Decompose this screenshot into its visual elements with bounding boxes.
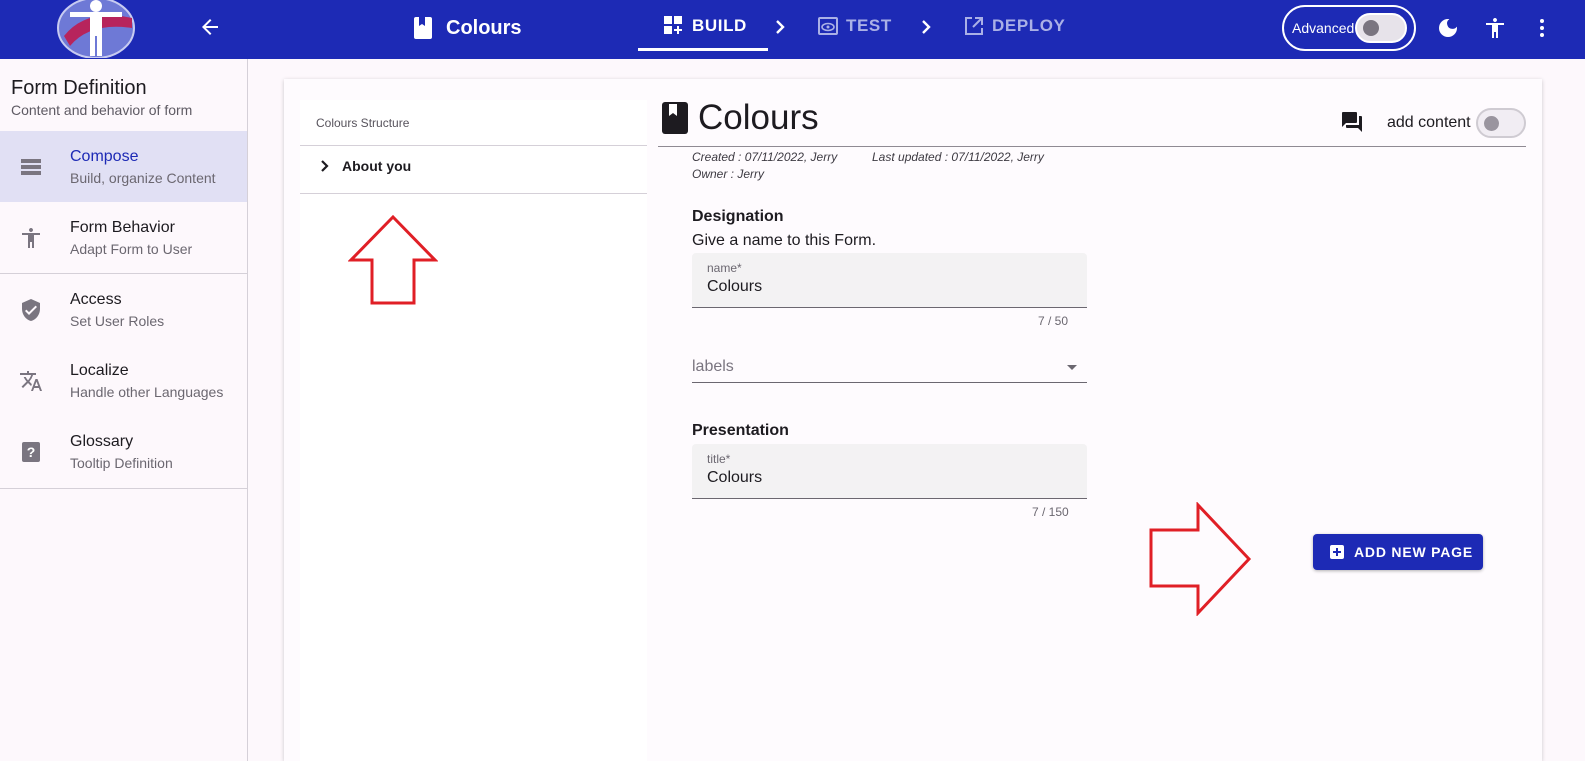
preview-icon bbox=[818, 17, 838, 35]
compose-icon bbox=[21, 159, 41, 175]
step-build-label: BUILD bbox=[692, 16, 747, 35]
sidebar-item-access[interactable]: Access Set User Roles bbox=[0, 274, 247, 345]
add-new-page-button[interactable]: ADD NEW PAGE bbox=[1313, 534, 1483, 570]
labels-select[interactable]: labels bbox=[692, 352, 1087, 383]
switch-knob bbox=[1484, 116, 1499, 131]
chevron-right-icon bbox=[776, 20, 785, 34]
labels-placeholder: labels bbox=[692, 358, 734, 375]
advanced-switch[interactable] bbox=[1355, 13, 1407, 43]
designation-title: Designation bbox=[692, 208, 784, 225]
add-content-label: add content bbox=[1387, 114, 1471, 131]
sidebar-subtitle: Content and behavior of form bbox=[11, 102, 193, 118]
name-field-label: name* bbox=[707, 261, 742, 275]
switch-knob bbox=[1363, 20, 1379, 36]
divider bbox=[300, 145, 647, 146]
annotation-arrow-right bbox=[1149, 502, 1252, 616]
title-field-label: title* bbox=[707, 452, 731, 466]
tree-node-about-you[interactable]: About you bbox=[316, 158, 411, 174]
divider bbox=[300, 193, 647, 194]
open-in-new-icon bbox=[965, 17, 983, 35]
book-icon bbox=[414, 17, 432, 39]
add-new-page-label: ADD NEW PAGE bbox=[1354, 544, 1474, 560]
sidebar-item-localize[interactable]: Localize Handle other Languages bbox=[0, 345, 247, 416]
sidebar-item-glossary[interactable]: ? Glossary Tooltip Definition bbox=[0, 416, 247, 487]
step-test-label: TEST bbox=[846, 16, 892, 35]
owner-info: Owner : Jerry bbox=[692, 167, 765, 181]
svg-text:?: ? bbox=[27, 444, 36, 460]
sidebar-item-sublabel: Handle other Languages bbox=[70, 384, 224, 400]
advanced-toggle[interactable]: Advanced bbox=[1282, 5, 1416, 51]
dropdown-caret-icon bbox=[1067, 365, 1077, 370]
sidebar-item-form-behavior[interactable]: Form Behavior Adapt Form to User bbox=[0, 202, 247, 273]
add-box-icon bbox=[1330, 545, 1344, 559]
step-build[interactable]: BUILD bbox=[664, 0, 747, 52]
translate-icon bbox=[20, 371, 42, 391]
sidebar-item-label: Access bbox=[70, 291, 122, 308]
book-icon bbox=[662, 102, 688, 134]
sidebar-item-label: Form Behavior bbox=[70, 219, 175, 236]
sidebar-item-sublabel: Tooltip Definition bbox=[70, 455, 173, 471]
form-title-text: Colours bbox=[446, 16, 522, 39]
sidebar-item-sublabel: Build, organize Content bbox=[70, 170, 216, 186]
name-field[interactable]: name* bbox=[692, 253, 1087, 308]
sidebar-item-sublabel: Adapt Form to User bbox=[70, 241, 193, 257]
accessibility-icon bbox=[22, 228, 40, 248]
page-title: Colours bbox=[698, 98, 819, 137]
step-deploy[interactable]: DEPLOY bbox=[964, 0, 1066, 52]
app-header: Colours BUILD TEST DEPLOY Advanced bbox=[0, 0, 1585, 59]
designation-subtitle: Give a name to this Form. bbox=[692, 232, 877, 249]
shield-check-icon bbox=[22, 299, 40, 321]
sidebar-item-sublabel: Set User Roles bbox=[70, 313, 165, 329]
back-arrow-icon[interactable] bbox=[198, 15, 222, 39]
title-char-counter: 7 / 150 bbox=[1032, 505, 1069, 519]
name-input[interactable] bbox=[707, 278, 1067, 296]
add-content-switch[interactable] bbox=[1476, 108, 1526, 138]
tree-node-label: About you bbox=[342, 158, 412, 174]
dark-mode-icon[interactable] bbox=[1436, 16, 1460, 40]
last-updated-info: Last updated : 07/11/2022, Jerry bbox=[872, 150, 1044, 164]
sidebar-item-label: Compose bbox=[70, 148, 139, 165]
created-info: Created : 07/11/2022, Jerry bbox=[692, 150, 838, 164]
sidebar-item-label: Glossary bbox=[70, 433, 134, 450]
comment-icon[interactable] bbox=[1340, 110, 1364, 134]
advanced-label: Advanced bbox=[1292, 20, 1355, 36]
sidebar-header: Form Definition Content and behavior of … bbox=[0, 59, 247, 128]
header-divider bbox=[658, 146, 1526, 147]
app-logo[interactable] bbox=[56, 0, 136, 58]
active-step-indicator bbox=[638, 48, 768, 51]
sidebar: Form Definition Content and behavior of … bbox=[0, 59, 248, 761]
sidebar-item-compose[interactable]: Compose Build, organize Content bbox=[0, 131, 247, 202]
title-field[interactable]: title* bbox=[692, 444, 1087, 499]
title-input[interactable] bbox=[707, 469, 1067, 487]
chevron-right-icon bbox=[922, 20, 931, 34]
build-icon bbox=[664, 16, 682, 34]
step-test[interactable]: TEST bbox=[818, 0, 892, 52]
accessibility-icon[interactable] bbox=[1483, 16, 1507, 40]
name-char-counter: 7 / 50 bbox=[1038, 314, 1069, 328]
chevron-right-icon[interactable] bbox=[316, 158, 332, 174]
step-deploy-label: DEPLOY bbox=[992, 16, 1066, 35]
help-icon: ? bbox=[22, 442, 40, 462]
presentation-title: Presentation bbox=[692, 422, 789, 439]
more-vert-icon[interactable] bbox=[1530, 16, 1554, 40]
structure-panel: Colours Structure About you bbox=[300, 100, 647, 761]
sidebar-title: Form Definition bbox=[11, 77, 147, 99]
structure-header: Colours Structure bbox=[316, 116, 410, 130]
content-header: Colours bbox=[662, 98, 819, 138]
sidebar-item-label: Localize bbox=[70, 362, 129, 379]
form-title: Colours bbox=[414, 14, 522, 42]
sidebar-divider bbox=[0, 488, 247, 489]
annotation-arrow-up bbox=[348, 214, 438, 305]
